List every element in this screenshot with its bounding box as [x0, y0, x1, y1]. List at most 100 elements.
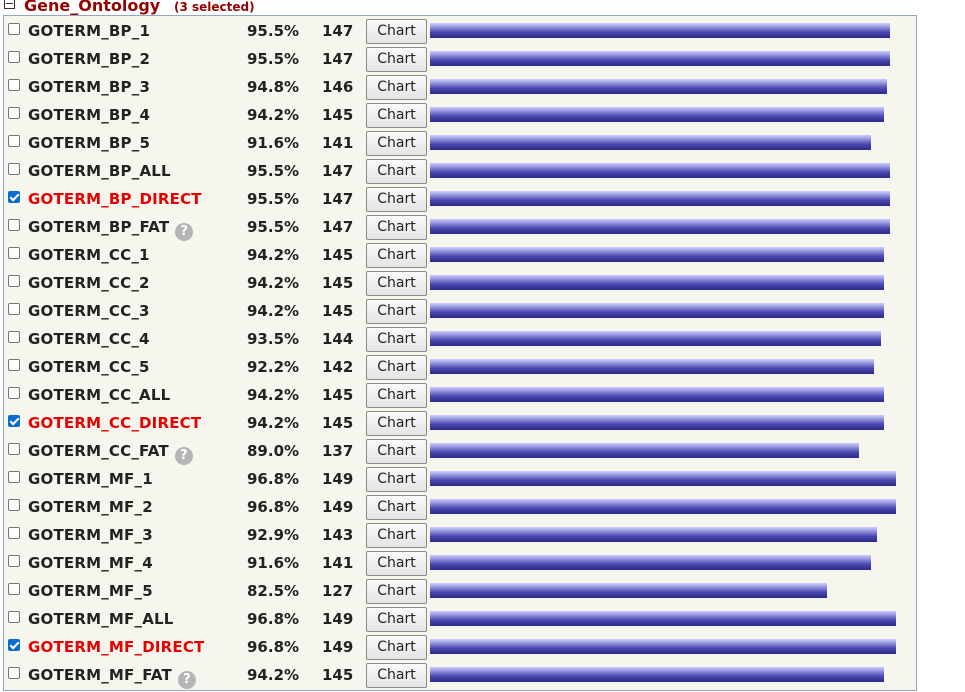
annotation-row: GOTERM_BP_4 94.2% 145 Chart [4, 101, 916, 129]
row-checkbox[interactable] [8, 387, 20, 399]
row-checkbox[interactable] [8, 359, 20, 371]
annotation-row: GOTERM_CC_DIRECT 94.2% 145 Chart [4, 409, 916, 437]
chart-button[interactable]: Chart [366, 411, 427, 436]
annotation-row: GOTERM_MF_4 91.6% 141 Chart [4, 549, 916, 577]
row-checkbox[interactable] [8, 107, 20, 119]
coverage-percent: 89.0% [247, 442, 300, 460]
coverage-percent: 93.5% [247, 330, 300, 348]
row-checkbox[interactable] [8, 443, 20, 455]
row-checkbox[interactable] [8, 471, 20, 483]
count-bar [430, 583, 827, 598]
gene-count: 145 [322, 386, 354, 404]
row-checkbox[interactable] [8, 667, 20, 679]
coverage-percent: 94.8% [247, 78, 300, 96]
chart-button[interactable]: Chart [366, 579, 427, 604]
row-checkbox[interactable] [8, 527, 20, 539]
row-checkbox[interactable] [8, 331, 20, 343]
chart-button[interactable]: Chart [366, 159, 427, 184]
annotation-row: GOTERM_BP_3 94.8% 146 Chart [4, 73, 916, 101]
chart-button[interactable]: Chart [366, 131, 427, 156]
help-icon[interactable]: ? [178, 671, 196, 689]
annotation-name-text: GOTERM_BP_ALL [28, 162, 171, 180]
row-checkbox[interactable] [8, 275, 20, 287]
help-icon[interactable]: ? [175, 223, 194, 241]
count-bar [430, 359, 874, 374]
chart-button[interactable]: Chart [366, 187, 427, 212]
chart-button[interactable]: Chart [366, 243, 427, 268]
row-checkbox[interactable] [8, 555, 20, 567]
annotation-row: GOTERM_CC_5 92.2% 142 Chart [4, 353, 916, 381]
row-checkbox[interactable] [8, 303, 20, 315]
gene-count: 143 [322, 526, 354, 544]
row-checkbox[interactable] [8, 135, 20, 147]
annotation-name-text: GOTERM_BP_DIRECT [28, 190, 202, 208]
row-checkbox[interactable] [8, 247, 20, 259]
chart-button[interactable]: Chart [366, 551, 427, 576]
row-checkbox[interactable] [8, 499, 20, 511]
chart-button[interactable]: Chart [366, 523, 427, 548]
chart-button[interactable]: Chart [366, 355, 427, 380]
annotation-name: GOTERM_CC_2 [28, 274, 150, 292]
row-checkbox[interactable] [8, 163, 20, 175]
count-bar [430, 275, 884, 290]
chart-button[interactable]: Chart [366, 383, 427, 408]
gene-count: 147 [322, 190, 354, 208]
chart-button[interactable]: Chart [366, 75, 427, 100]
annotation-row: GOTERM_CC_ALL 94.2% 145 Chart [4, 381, 916, 409]
row-checkbox[interactable] [8, 51, 20, 63]
chart-button[interactable]: Chart [366, 607, 427, 632]
row-checkbox[interactable] [8, 23, 20, 35]
count-bar [430, 163, 890, 178]
category-title[interactable]: Gene_Ontology [24, 0, 160, 15]
annotation-name-text: GOTERM_BP_4 [28, 106, 151, 124]
row-checkbox[interactable] [8, 191, 20, 203]
chart-button[interactable]: Chart [366, 467, 427, 492]
chart-button[interactable]: Chart [366, 215, 427, 240]
count-bar [430, 499, 896, 514]
annotation-row: GOTERM_MF_1 96.8% 149 Chart [4, 465, 916, 493]
row-checkbox[interactable] [8, 415, 20, 427]
help-icon[interactable]: ? [174, 447, 193, 465]
chart-button[interactable]: Chart [366, 47, 427, 72]
chart-button[interactable]: Chart [366, 271, 427, 296]
annotation-row: GOTERM_MF_3 92.9% 143 Chart [4, 521, 916, 549]
annotation-row: GOTERM_CC_4 93.5% 144 Chart [4, 325, 916, 353]
chart-button[interactable]: Chart [366, 663, 427, 688]
gene-count: 145 [322, 246, 354, 264]
collapse-icon[interactable] [4, 0, 15, 9]
annotation-name-text: GOTERM_MF_4 [28, 554, 153, 572]
chart-button[interactable]: Chart [366, 327, 427, 352]
annotation-list: GOTERM_BP_1 95.5% 147 Chart GOTERM_BP_2 95.5%… [3, 15, 917, 691]
chart-button[interactable]: Chart [366, 635, 427, 660]
coverage-percent: 94.2% [247, 414, 300, 432]
annotation-name: GOTERM_MF_FAT? [28, 666, 196, 689]
gene-count: 149 [322, 638, 354, 656]
annotation-name: GOTERM_CC_4 [28, 330, 150, 348]
gene-count: 127 [322, 582, 354, 600]
annotation-name: GOTERM_MF_2 [28, 498, 153, 516]
annotation-name: GOTERM_BP_FAT? [28, 218, 194, 241]
annotation-name: GOTERM_MF_3 [28, 526, 153, 544]
annotation-name: GOTERM_CC_ALL [28, 386, 170, 404]
row-checkbox[interactable] [8, 639, 20, 651]
annotation-row: GOTERM_CC_3 94.2% 145 Chart [4, 297, 916, 325]
chart-button[interactable]: Chart [366, 439, 427, 464]
count-bar [430, 191, 890, 206]
annotation-name-text: GOTERM_CC_FAT [28, 442, 169, 460]
row-checkbox[interactable] [8, 79, 20, 91]
count-bar [430, 219, 890, 234]
row-checkbox[interactable] [8, 219, 20, 231]
annotation-name-text: GOTERM_CC_4 [28, 330, 150, 348]
annotation-row: GOTERM_MF_FAT? 94.2% 145 Chart [4, 661, 916, 689]
row-checkbox[interactable] [8, 611, 20, 623]
row-checkbox[interactable] [8, 583, 20, 595]
gene-count: 147 [322, 50, 354, 68]
annotation-row: GOTERM_BP_2 95.5% 147 Chart [4, 45, 916, 73]
category-header: Gene_Ontology (3 selected) [0, 0, 965, 16]
chart-button[interactable]: Chart [366, 19, 427, 44]
annotation-name-text: GOTERM_MF_1 [28, 470, 153, 488]
gene-count: 146 [322, 78, 354, 96]
chart-button[interactable]: Chart [366, 103, 427, 128]
chart-button[interactable]: Chart [366, 299, 427, 324]
chart-button[interactable]: Chart [366, 495, 427, 520]
